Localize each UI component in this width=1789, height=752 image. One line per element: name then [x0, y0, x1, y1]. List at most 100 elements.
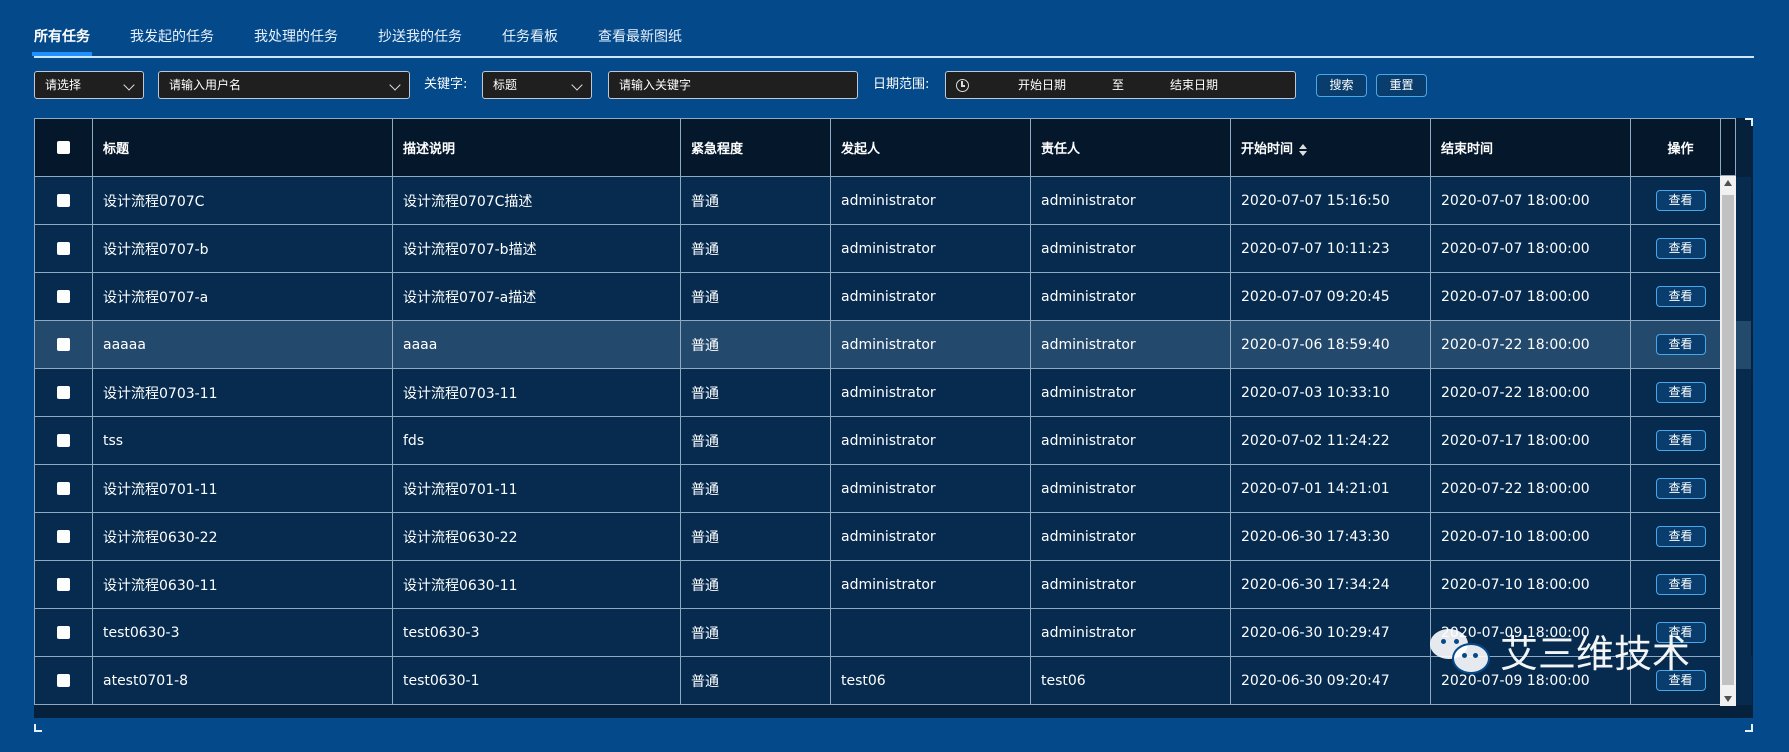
cell-initiator: administrator [830, 368, 1031, 417]
actions-cell: 查看 [1630, 272, 1731, 321]
table-row[interactable]: 设计流程0707C 设计流程0707C描述 普通 administrator admin… [34, 176, 1752, 225]
vertical-scrollbar[interactable] [1720, 176, 1736, 706]
cell-urgency: 普通 [680, 512, 831, 561]
table-row[interactable]: 设计流程0630-11 设计流程0630-11 普通 administrator adm… [34, 560, 1752, 609]
row-checkbox-cell[interactable] [34, 272, 93, 321]
view-button[interactable]: 查看 [1655, 430, 1706, 451]
row-checkbox-cell[interactable] [34, 224, 93, 273]
keyword-field-select[interactable]: 标题 [482, 71, 592, 99]
actions-cell: 查看 [1630, 464, 1731, 513]
row-checkbox-cell[interactable] [34, 512, 93, 561]
cell-title: 设计流程0701-11 [92, 464, 393, 513]
row-checkbox-cell[interactable] [34, 368, 93, 417]
view-button[interactable]: 查看 [1655, 382, 1706, 403]
cell-urgency: 普通 [680, 608, 831, 657]
row-checkbox-cell[interactable] [34, 608, 93, 657]
view-button[interactable]: 查看 [1655, 574, 1706, 595]
search-button[interactable]: 搜索 [1316, 74, 1367, 97]
row-checkbox[interactable] [57, 578, 70, 591]
cell-end-time: 2020-07-10 18:00:00 [1430, 560, 1631, 609]
cell-start-time: 2020-07-03 10:33:10 [1230, 368, 1431, 417]
keyword-label: 关键字: [424, 77, 468, 92]
reset-button[interactable]: 重置 [1376, 74, 1427, 97]
view-button[interactable]: 查看 [1655, 526, 1706, 547]
table-row[interactable]: 设计流程0703-11 设计流程0703-11 普通 administrator adm… [34, 368, 1752, 417]
view-button[interactable]: 查看 [1655, 190, 1706, 211]
scroll-down-arrow-icon[interactable] [1724, 696, 1732, 702]
type-select[interactable]: 请选择 [34, 71, 144, 99]
row-checkbox[interactable] [57, 194, 70, 207]
cell-start-time: 2020-07-02 11:24:22 [1230, 416, 1431, 465]
user-select[interactable]: 请输入用户名 [158, 71, 410, 99]
cell-urgency: 普通 [680, 272, 831, 321]
view-button[interactable]: 查看 [1655, 478, 1706, 499]
select-all-checkbox-cell[interactable] [34, 118, 93, 177]
cell-assignee: test06 [1030, 656, 1231, 705]
select-all-checkbox[interactable] [57, 141, 70, 154]
table-row[interactable]: aaaaa aaaa 普通 administrator administrator 202… [34, 320, 1752, 369]
table-row[interactable]: 设计流程0630-22 设计流程0630-22 普通 administrator adm… [34, 512, 1752, 561]
date-range-picker[interactable]: 开始日期 至 结束日期 [945, 71, 1296, 99]
cell-start-time: 2020-07-07 15:16:50 [1230, 176, 1431, 225]
row-checkbox-cell[interactable] [34, 464, 93, 513]
corner-marker [1745, 724, 1753, 732]
tab-all-tasks[interactable]: 所有任务 [32, 26, 92, 56]
tab-my-initiated[interactable]: 我发起的任务 [130, 26, 214, 54]
tab-task-board[interactable]: 任务看板 [502, 26, 558, 54]
cell-description: 设计流程0707-b描述 [392, 224, 681, 273]
view-button[interactable]: 查看 [1655, 238, 1706, 259]
table-row[interactable]: 设计流程0707-a 设计流程0707-a描述 普通 administrator adm… [34, 272, 1752, 321]
row-checkbox[interactable] [57, 434, 70, 447]
cell-description: 设计流程0701-11 [392, 464, 681, 513]
cell-title: 设计流程0630-11 [92, 560, 393, 609]
cell-initiator: administrator [830, 512, 1031, 561]
row-checkbox[interactable] [57, 626, 70, 639]
tab-my-handled[interactable]: 我处理的任务 [254, 26, 338, 54]
cell-assignee: administrator [1030, 608, 1231, 657]
scroll-up-arrow-icon[interactable] [1724, 180, 1732, 186]
column-header-start-time[interactable]: 开始时间 [1230, 118, 1431, 177]
table-row[interactable]: tss fds 普通 administrator administrator 2020-0… [34, 416, 1752, 465]
view-button[interactable]: 查看 [1655, 286, 1706, 307]
view-button[interactable]: 查看 [1655, 334, 1706, 355]
keyword-field-value: 标题 [493, 78, 518, 92]
row-checkbox-cell[interactable] [34, 320, 93, 369]
cell-end-time: 2020-07-07 18:00:00 [1430, 272, 1631, 321]
row-checkbox[interactable] [57, 482, 70, 495]
row-checkbox-cell[interactable] [34, 656, 93, 705]
tab-cc-me[interactable]: 抄送我的任务 [378, 26, 462, 54]
row-checkbox-cell[interactable] [34, 416, 93, 465]
row-checkbox[interactable] [57, 530, 70, 543]
cell-initiator: administrator [830, 176, 1031, 225]
table-row[interactable]: 设计流程0707-b 设计流程0707-b描述 普通 administrator adm… [34, 224, 1752, 273]
actions-cell: 查看 [1630, 416, 1731, 465]
scrollbar-thumb[interactable] [1722, 195, 1734, 685]
cell-assignee: administrator [1030, 512, 1231, 561]
row-checkbox[interactable] [57, 674, 70, 687]
row-checkbox[interactable] [57, 338, 70, 351]
tab-latest-drawings[interactable]: 查看最新图纸 [598, 26, 682, 54]
cell-initiator: administrator [830, 560, 1031, 609]
cell-title: 设计流程0707-a [92, 272, 393, 321]
sort-icon[interactable] [1299, 143, 1308, 156]
cell-description: 设计流程0707C描述 [392, 176, 681, 225]
row-checkbox-cell[interactable] [34, 176, 93, 225]
row-checkbox[interactable] [57, 290, 70, 303]
cell-title: atest0701-8 [92, 656, 393, 705]
cell-title: tss [92, 416, 393, 465]
cell-description: 设计流程0630-11 [392, 560, 681, 609]
column-header-title: 标题 [92, 118, 393, 177]
cell-description: test0630-1 [392, 656, 681, 705]
cell-description: 设计流程0630-22 [392, 512, 681, 561]
row-checkbox[interactable] [57, 386, 70, 399]
cell-end-time: 2020-07-07 18:00:00 [1430, 224, 1631, 273]
date-end-placeholder: 结束日期 [1170, 78, 1219, 92]
actions-cell: 查看 [1630, 560, 1731, 609]
keyword-input[interactable]: 请输入关键字 [608, 71, 858, 99]
actions-cell: 查看 [1630, 368, 1731, 417]
row-checkbox[interactable] [57, 242, 70, 255]
cell-assignee: administrator [1030, 176, 1231, 225]
row-checkbox-cell[interactable] [34, 560, 93, 609]
table-row[interactable]: 设计流程0701-11 设计流程0701-11 普通 administrator adm… [34, 464, 1752, 513]
corner-marker [34, 724, 42, 732]
